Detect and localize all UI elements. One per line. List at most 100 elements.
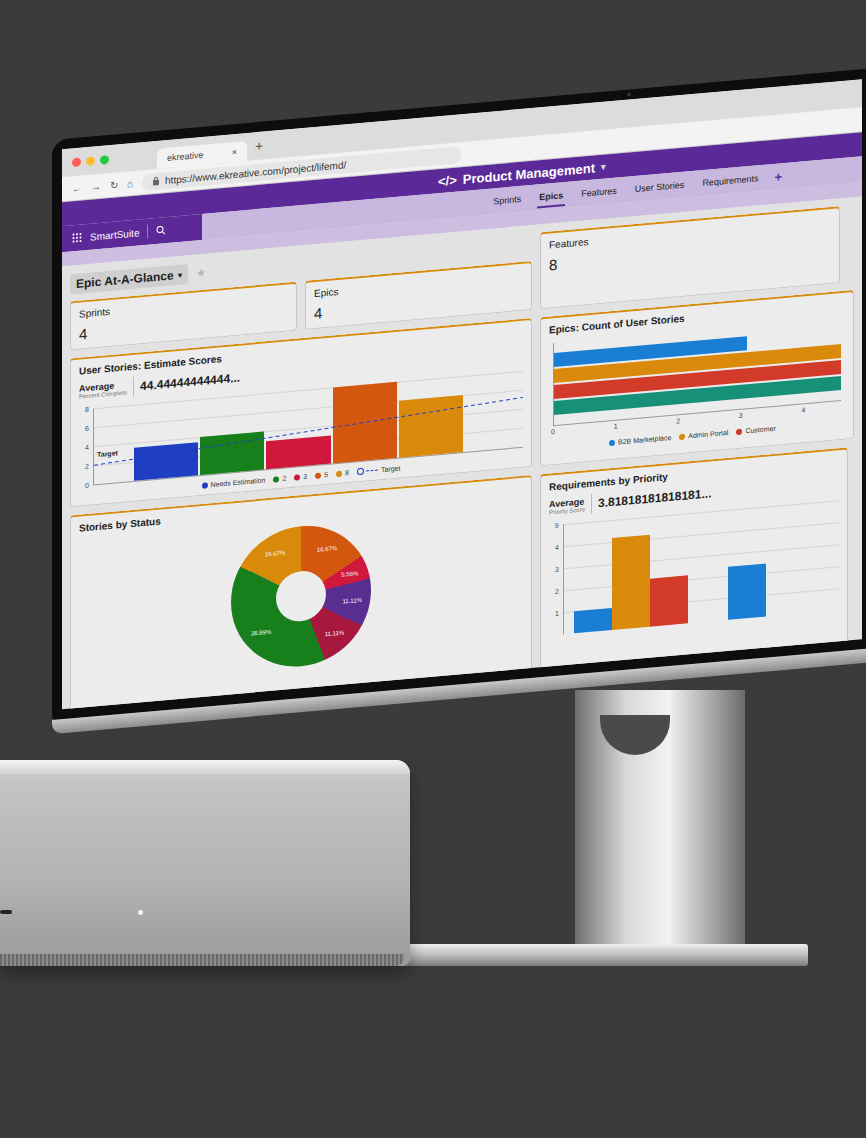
average-row: AveragePercent Complete 44.44444444444...	[79, 343, 523, 402]
chart-bar	[200, 431, 264, 475]
nav-tab[interactable]: Features	[579, 179, 619, 204]
stand-base	[398, 944, 808, 966]
legend-label: Admin Portal	[688, 429, 728, 440]
legend-dot	[736, 428, 742, 435]
add-tab-button[interactable]: +	[774, 169, 782, 185]
nav-tab[interactable]: Epics	[537, 184, 565, 208]
grid-line	[564, 566, 839, 591]
legend-label: Customer	[745, 425, 775, 435]
tab-title: ekreative	[167, 150, 204, 163]
forward-icon[interactable]: →	[91, 180, 101, 192]
y-tick: 0	[85, 485, 89, 486]
status-chart-card: Stories by Status16.67%5.56%11.11%11.11%…	[70, 475, 532, 709]
average-value: 44.44444444444...	[140, 371, 240, 394]
priority-plot	[563, 500, 839, 634]
close-window-icon[interactable]	[72, 157, 81, 167]
stat-card: Epics4	[305, 261, 532, 330]
zoom-window-icon[interactable]	[100, 155, 109, 165]
nav-tab[interactable]: Requirements	[700, 167, 760, 194]
nav-tab[interactable]: User Stories	[633, 173, 687, 200]
nav-tab[interactable]: Sprints	[491, 188, 523, 213]
stat-value: 8	[549, 232, 831, 274]
stat-label: Epics	[314, 270, 523, 299]
divider	[591, 494, 592, 514]
code-icon: </>	[438, 172, 457, 189]
dashboard: Epic At-A-Glance▾★Sprints4Epics4Features…	[62, 196, 862, 709]
y-tick: 6	[85, 428, 89, 429]
minimize-window-icon[interactable]	[86, 156, 95, 166]
dashboard-caret-icon: ▾	[178, 270, 182, 279]
legend-item: 8	[336, 469, 349, 477]
legend-label: 5	[324, 471, 328, 478]
lock-icon	[152, 176, 160, 187]
y-axis: 12345	[549, 525, 559, 636]
slice-text: 11.11%	[325, 629, 344, 637]
legend-label: Target	[381, 465, 400, 474]
legend-item: Customer	[736, 425, 775, 435]
legend-label: Needs Estimation	[211, 476, 266, 488]
y-tick: 4	[85, 447, 89, 448]
computer-top	[0, 760, 410, 774]
y-tick: 5	[555, 525, 559, 526]
legend-label: 3	[303, 473, 307, 480]
screen: ekreative×+←→↻⌂https://www.ekreative.com…	[62, 79, 862, 709]
slice-text: 11.11%	[342, 597, 361, 605]
chart-bar	[574, 608, 612, 633]
donut-area: 16.67%5.56%11.11%11.11%38.89%16.67%	[79, 507, 523, 686]
home-icon[interactable]: ⌂	[127, 177, 133, 189]
stat-value: 4	[79, 307, 288, 342]
window-controls	[72, 155, 109, 167]
computer-vent	[0, 954, 404, 966]
stat-value: 4	[314, 287, 523, 322]
usb-port-icon	[0, 910, 12, 914]
favorite-star-icon[interactable]: ★	[196, 266, 206, 280]
donut-hole	[276, 569, 326, 623]
power-light-icon	[138, 910, 143, 915]
desktop-computer	[0, 760, 410, 966]
target-label: Target	[97, 449, 118, 458]
estimate-chart-card: User Stories: Estimate ScoresAveragePerc…	[70, 318, 532, 507]
slice-text: 16.67%	[265, 550, 285, 558]
divider	[133, 377, 134, 397]
legend-dot	[273, 476, 279, 483]
stat-label: Sprints	[79, 290, 288, 319]
chart-legend: B2B Marketplace Admin Portal Customer	[549, 419, 845, 452]
new-tab-button[interactable]: +	[255, 138, 263, 155]
slice-text: 16.67%	[317, 545, 337, 553]
legend-label: 2	[282, 475, 286, 482]
grid-line	[564, 544, 839, 569]
tab-close-icon[interactable]: ×	[232, 147, 237, 157]
plot-area: 12345	[549, 500, 839, 635]
search-icon	[156, 225, 166, 236]
reload-icon[interactable]: ↻	[110, 179, 118, 191]
legend-line	[366, 469, 378, 471]
y-tick: 8	[85, 409, 89, 410]
legend-dot	[609, 439, 615, 446]
legend-dot	[202, 482, 208, 489]
divider	[147, 225, 148, 239]
chart-bar	[650, 575, 688, 627]
title-caret-icon[interactable]: ▾	[601, 162, 606, 172]
legend-item: 5	[315, 471, 328, 479]
chart-bar	[134, 442, 198, 481]
legend-dot	[294, 474, 300, 481]
back-icon[interactable]: ←	[72, 182, 82, 194]
grid-line	[564, 522, 839, 547]
y-axis: 02468	[79, 409, 89, 486]
stat-card: Sprints4	[70, 282, 297, 351]
dashboard-selector[interactable]: Epic At-A-Glance▾	[70, 264, 188, 294]
bar-group	[728, 507, 766, 620]
monitor: ekreative×+←→↻⌂https://www.ekreative.com…	[52, 60, 866, 734]
estimate-bars	[134, 376, 463, 481]
legend-label: 8	[345, 469, 349, 476]
chart-bar	[728, 564, 766, 620]
legend-ring	[357, 468, 364, 476]
app-logo: SmartSuite	[90, 227, 139, 242]
legend-dot	[679, 433, 685, 440]
legend-item: Target	[357, 465, 400, 476]
average-labels: AveragePercent Complete	[79, 379, 127, 399]
epics-chart-card: Epics: Count of User Stories01234B2B Mar…	[540, 290, 854, 466]
stat-card: Features8	[540, 206, 840, 309]
legend-item: B2B Marketplace	[609, 434, 671, 446]
legend-item: Needs Estimation	[202, 476, 266, 489]
